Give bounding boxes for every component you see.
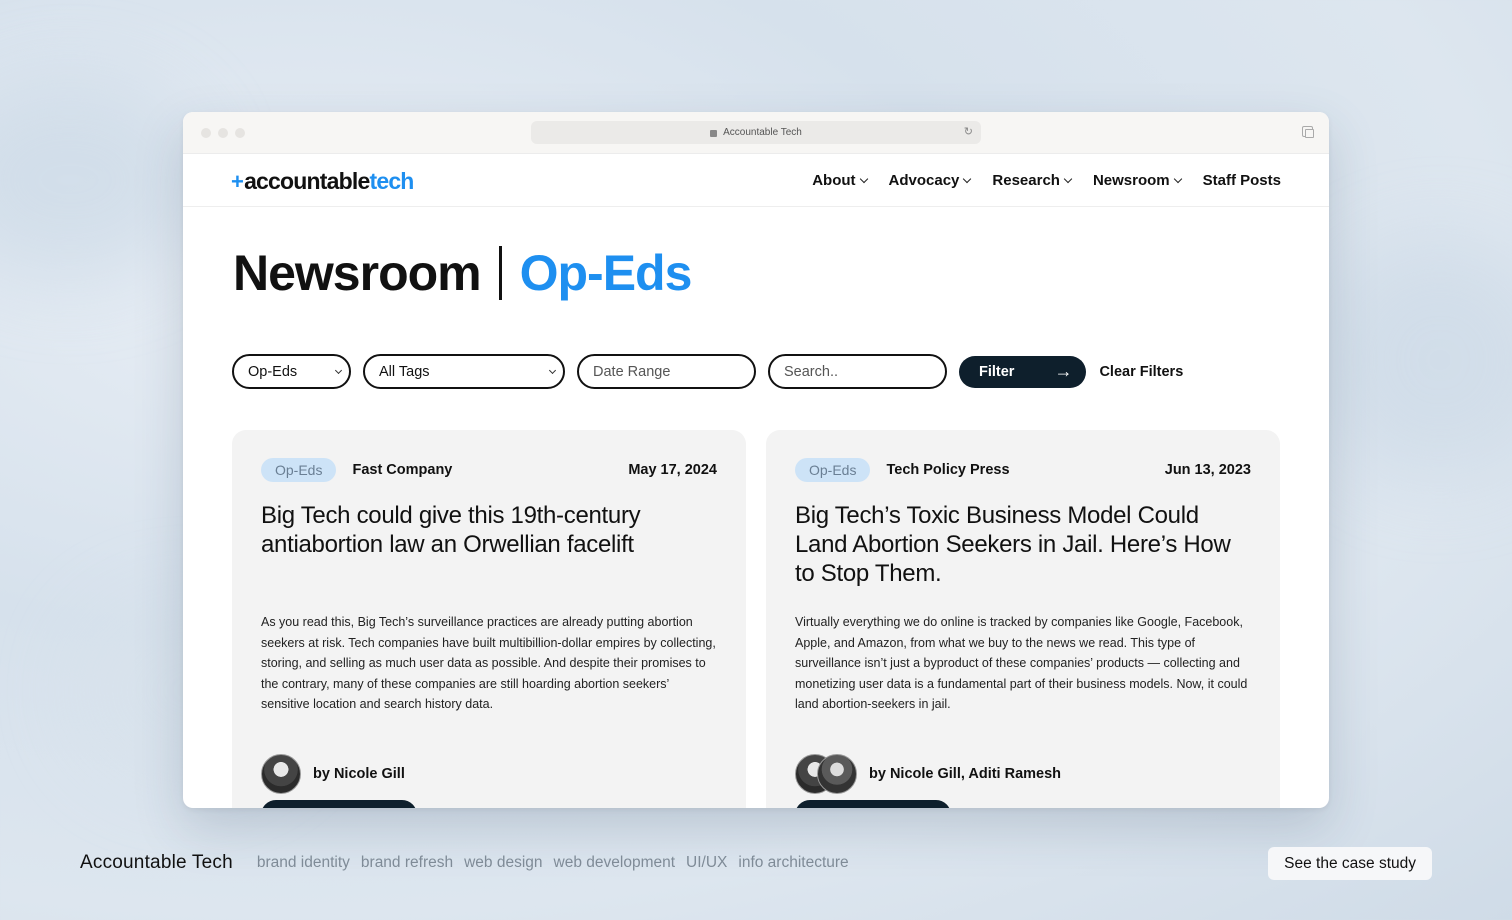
project-tag: web design <box>464 854 543 871</box>
nav-item-newsroom[interactable]: Newsroom <box>1092 172 1182 189</box>
article-card[interactable]: Op-Eds Fast Company May 17, 2024 Big Tec… <box>232 430 746 808</box>
project-tag: brand identity <box>256 854 350 871</box>
author-name: by Nicole Gill <box>313 766 405 782</box>
site-header: +accountabletech About Advocacy Research… <box>183 154 1329 207</box>
card-meta: Op-Eds Fast Company May 17, 2024 <box>261 458 717 482</box>
browser-window: Accountable Tech ↻ +accountabletech Abou… <box>183 112 1329 808</box>
tabs-overview-icon[interactable] <box>1302 126 1314 138</box>
page-title-sub: Op-Eds <box>519 245 693 301</box>
article-title[interactable]: Big Tech’s Toxic Business Model Could La… <box>795 501 1251 591</box>
author-avatar <box>817 754 857 794</box>
project-tag: brand refresh <box>360 854 454 871</box>
address-bar-label: Accountable Tech <box>723 127 802 138</box>
title-divider <box>498 246 502 300</box>
logo-main-text: accountable <box>244 168 370 194</box>
project-title: Accountable Tech <box>80 852 233 873</box>
project-tag: UI/UX <box>686 854 728 871</box>
chevron-down-icon <box>963 174 972 183</box>
nav-item-advocacy[interactable]: Advocacy <box>888 172 972 189</box>
category-select[interactable]: Op-Eds <box>232 354 351 389</box>
chevron-down-icon <box>548 366 557 375</box>
main-nav: About Advocacy Research Newsroom Staff P… <box>812 172 1281 189</box>
background-blur <box>0 80 200 280</box>
nav-label: Advocacy <box>888 172 960 189</box>
nav-item-staff-posts[interactable]: Staff Posts <box>1203 172 1281 189</box>
nav-item-about[interactable]: About <box>812 172 868 189</box>
nav-label: Staff Posts <box>1202 172 1281 189</box>
article-date: May 17, 2024 <box>628 462 717 478</box>
date-range-placeholder: Date Range <box>593 363 671 380</box>
project-tags: brand identity brand refresh web design … <box>257 854 849 872</box>
date-range-input[interactable]: Date Range <box>577 354 756 389</box>
clear-filters-link[interactable]: Clear Filters <box>1099 364 1183 380</box>
chevron-down-icon <box>334 366 343 375</box>
tags-select-value: All Tags <box>379 363 430 380</box>
card-meta: Op-Eds Tech Policy Press Jun 13, 2023 <box>795 458 1251 482</box>
author-avatar <box>261 754 301 794</box>
chevron-down-icon <box>859 174 868 183</box>
nav-label: Newsroom <box>1092 172 1170 189</box>
minimize-window-button[interactable] <box>218 128 228 138</box>
search-input[interactable]: Search.. <box>768 354 947 389</box>
article-author: by Nicole Gill <box>261 754 717 794</box>
case-study-button[interactable]: See the case study <box>1268 847 1432 880</box>
nav-label: Research <box>992 172 1060 189</box>
site-logo[interactable]: +accountabletech <box>231 168 414 195</box>
read-more-button[interactable] <box>795 800 951 808</box>
tags-select[interactable]: All Tags <box>363 354 565 389</box>
article-excerpt: Virtually everything we do online is tra… <box>795 615 1248 711</box>
article-date: Jun 13, 2023 <box>1164 462 1251 478</box>
address-bar[interactable]: Accountable Tech ↻ <box>531 121 981 144</box>
window-controls <box>201 128 245 138</box>
browser-toolbar: Accountable Tech ↻ <box>183 112 1329 154</box>
filter-button-label: Filter <box>979 363 1015 380</box>
author-name: by Nicole Gill, Aditi Ramesh <box>869 766 1062 782</box>
page-title-main: Newsroom <box>233 245 482 301</box>
filter-bar: Op-Eds All Tags Date Range Search.. Filt… <box>232 354 1183 389</box>
article-source: Fast Company <box>352 462 453 478</box>
lock-icon <box>710 130 718 137</box>
page-title: Newsroom Op-Eds <box>233 244 693 302</box>
logo-plus: + <box>231 169 244 194</box>
maximize-window-button[interactable] <box>235 128 245 138</box>
project-tag: info architecture <box>738 854 849 871</box>
chevron-down-icon <box>1063 174 1073 183</box>
nav-label: About <box>812 172 856 189</box>
read-more-button[interactable] <box>261 800 417 808</box>
search-placeholder: Search.. <box>784 363 838 380</box>
category-badge[interactable]: Op-Eds <box>795 458 871 482</box>
category-select-value: Op-Eds <box>248 363 298 380</box>
nav-item-research[interactable]: Research <box>992 172 1073 189</box>
reload-icon[interactable]: ↻ <box>964 125 973 138</box>
article-card[interactable]: Op-Eds Tech Policy Press Jun 13, 2023 Bi… <box>766 430 1280 808</box>
filter-button[interactable]: Filter → <box>959 355 1087 388</box>
chevron-down-icon <box>1173 174 1182 183</box>
article-title[interactable]: Big Tech could give this 19th-century an… <box>261 501 717 591</box>
project-tag: web development <box>553 854 676 871</box>
article-source: Tech Policy Press <box>886 462 1010 478</box>
logo-accent-text: tech <box>369 168 414 194</box>
article-author: by Nicole Gill, Aditi Ramesh <box>795 754 1251 794</box>
author-avatars <box>795 754 857 794</box>
background-blur <box>1320 240 1512 480</box>
arrow-right-icon: → <box>1054 361 1073 381</box>
close-window-button[interactable] <box>201 128 211 138</box>
article-excerpt: As you read this, Big Tech’s surveillanc… <box>261 615 716 711</box>
portfolio-caption: Accountable Tech brand identity brand re… <box>80 852 849 874</box>
category-badge[interactable]: Op-Eds <box>261 458 337 482</box>
